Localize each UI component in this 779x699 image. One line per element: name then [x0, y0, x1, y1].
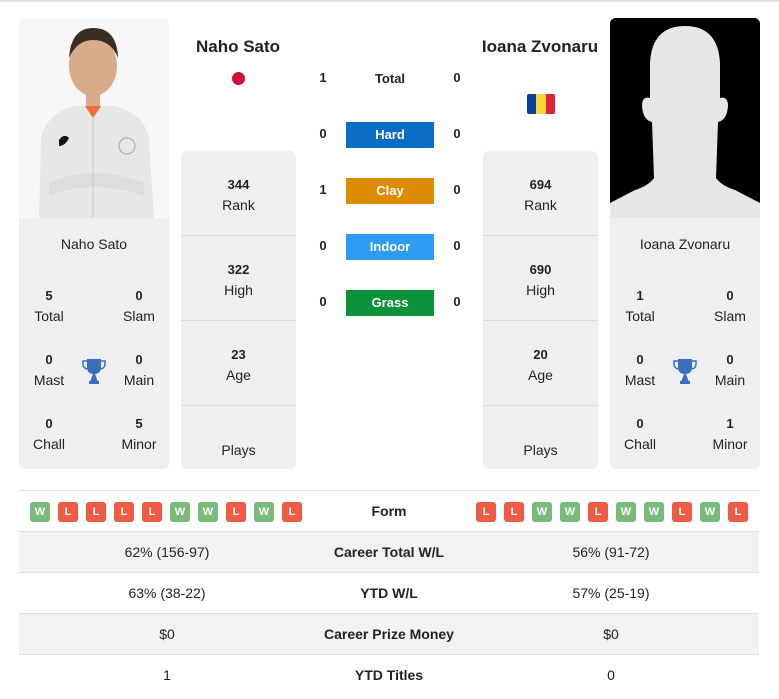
- form-win-badge[interactable]: W: [700, 502, 720, 522]
- form-win-badge[interactable]: W: [170, 502, 190, 522]
- player2-card: Ioana Zvonaru 1 Total 0 Slam 0 Mast 0 Main 0…: [610, 18, 760, 469]
- form-loss-badge[interactable]: L: [588, 502, 608, 522]
- titles-main: 0 Main: [123, 352, 155, 388]
- h2h-indoor-row: 0 Indoor 0: [310, 234, 470, 260]
- high-cell: 322 High: [181, 236, 296, 321]
- titles-minor: 1 Minor: [712, 416, 748, 452]
- surface-hard-button[interactable]: Hard: [346, 122, 434, 148]
- surface-clay-button[interactable]: Clay: [346, 178, 434, 204]
- age-cell: 20 Age: [483, 321, 598, 406]
- titles-slam: 0 Slam: [123, 288, 155, 324]
- titles-challenger: 0 Chall: [624, 416, 656, 452]
- table-row: 1 YTD Titles 0: [163, 667, 615, 683]
- titles-masters: 0 Mast: [33, 352, 65, 388]
- table-row: $0 Career Prize Money $0: [19, 614, 759, 655]
- age-cell: 23 Age: [181, 321, 296, 406]
- titles-masters: 0 Mast: [624, 352, 656, 388]
- h2h-grass-row: 0 Grass 0: [310, 290, 470, 316]
- titles-challenger: 0 Chall: [33, 416, 65, 452]
- trophy-icon: [673, 359, 697, 384]
- titles-main: 0 Main: [714, 352, 746, 388]
- form-label: Form: [371, 503, 407, 519]
- plays-cell: Plays: [523, 442, 558, 458]
- player1-form: WLLLLWWLWL: [30, 502, 302, 522]
- player1-name[interactable]: Naho Sato: [178, 35, 298, 59]
- rank-cell: 694 Rank: [483, 151, 598, 236]
- form-loss-badge[interactable]: L: [504, 502, 524, 522]
- player2-form: LLWWLWWLWL: [476, 502, 748, 522]
- form-loss-badge[interactable]: L: [58, 502, 78, 522]
- player2-name[interactable]: Ioana Zvonaru: [480, 35, 600, 59]
- japan-flag-icon: [232, 72, 245, 85]
- table-row: 62% (156-97) Career Total W/L 56% (91-72…: [19, 532, 759, 573]
- titles-total: 1 Total: [625, 288, 655, 324]
- form-win-badge[interactable]: W: [644, 502, 664, 522]
- form-row: WLLLLWWLWL Form LLWWLWWLWL: [19, 491, 759, 532]
- player1-photo[interactable]: [19, 18, 169, 218]
- titles-minor: 5 Minor: [121, 416, 157, 452]
- titles-total: 5 Total: [34, 288, 64, 324]
- h2h-total-row: 1 Total 0: [319, 70, 461, 86]
- high-cell: 690 High: [483, 236, 598, 321]
- player2-photo[interactable]: [610, 18, 760, 218]
- form-loss-badge[interactable]: L: [476, 502, 496, 522]
- player1-card-name[interactable]: Naho Sato: [19, 236, 169, 252]
- rank-cell: 344 Rank: [181, 151, 296, 236]
- form-win-badge[interactable]: W: [532, 502, 552, 522]
- surface-indoor-button[interactable]: Indoor: [346, 234, 434, 260]
- form-win-badge[interactable]: W: [198, 502, 218, 522]
- player2-titles: 1 Total 0 Slam 0 Mast 0 Main 0 Chall 1 Minor: [610, 266, 760, 466]
- form-loss-badge[interactable]: L: [142, 502, 162, 522]
- form-loss-badge[interactable]: L: [114, 502, 134, 522]
- silhouette-placeholder-icon: [610, 18, 760, 218]
- form-loss-badge[interactable]: L: [86, 502, 106, 522]
- player1-rank-panel: 344 Rank 322 High 23 Age Plays: [181, 151, 296, 469]
- form-loss-badge[interactable]: L: [728, 502, 748, 522]
- form-win-badge[interactable]: W: [560, 502, 580, 522]
- plays-cell: Plays: [221, 442, 256, 458]
- h2h-hard-row: 0 Hard 0: [310, 122, 470, 148]
- trophy-icon: [82, 359, 106, 384]
- table-row: 63% (38-22) YTD W/L 57% (25-19): [19, 573, 759, 614]
- player2-rank-panel: 694 Rank 690 High 20 Age Plays: [483, 151, 598, 469]
- form-loss-badge[interactable]: L: [282, 502, 302, 522]
- form-win-badge[interactable]: W: [30, 502, 50, 522]
- form-win-badge[interactable]: W: [254, 502, 274, 522]
- form-win-badge[interactable]: W: [616, 502, 636, 522]
- player2-card-name[interactable]: Ioana Zvonaru: [610, 236, 760, 252]
- top-divider: [0, 0, 779, 2]
- comparison-table: WLLLLWWLWL Form LLWWLWWLWL 62% (156-97) …: [19, 490, 759, 696]
- form-loss-badge[interactable]: L: [672, 502, 692, 522]
- h2h-clay-row: 1 Clay 0: [310, 178, 470, 204]
- player1-titles: 5 Total 0 Slam 0 Mast 0 Main 0 Chall 5 Minor: [19, 266, 169, 466]
- romania-flag-icon: [527, 94, 555, 114]
- surface-grass-button[interactable]: Grass: [346, 290, 434, 316]
- form-loss-badge[interactable]: L: [226, 502, 246, 522]
- player1-card: Naho Sato 5 Total 0 Slam 0 Mast 0 Main 0 Chal…: [19, 18, 169, 469]
- player1-portrait-icon: [19, 18, 169, 218]
- titles-slam: 0 Slam: [714, 288, 746, 324]
